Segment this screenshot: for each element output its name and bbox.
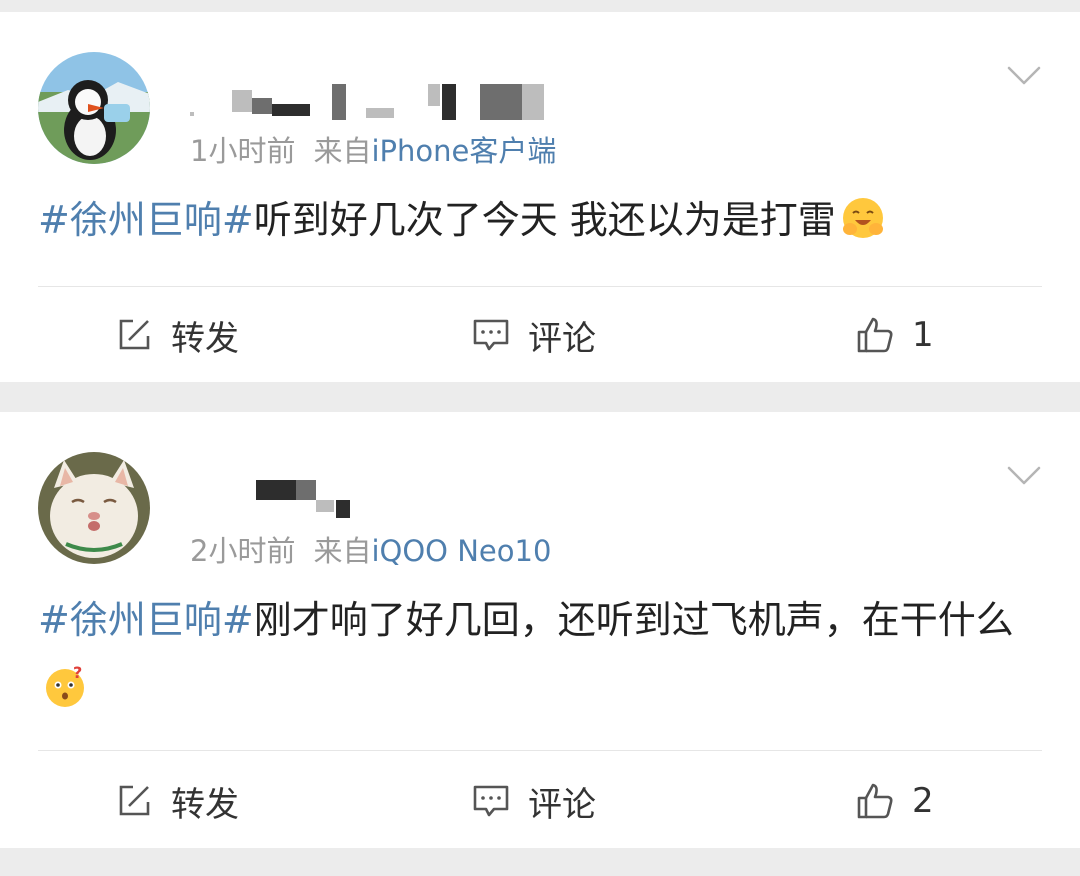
weibo-comment-feed: 1小时前来自iPhone客户端 #徐州巨响#听到好几次了今天 我还以为是打雷	[0, 0, 1080, 876]
source-device[interactable]: iPhone客户端	[371, 134, 556, 168]
comment-label: 评论	[528, 784, 596, 825]
post-text: 听到好几次了今天 我还以为是打雷	[253, 198, 836, 242]
like-count: 2	[912, 781, 934, 821]
comment-icon	[473, 319, 509, 351]
chevron-down-icon[interactable]	[1006, 64, 1042, 88]
repost-label: 转发	[171, 784, 239, 825]
post-content: #徐州巨响#听到好几次了今天 我还以为是打雷	[38, 186, 1040, 254]
like-button[interactable]: 1	[856, 290, 934, 380]
post-meta: 2小时前 来自iQOO Neo10	[190, 528, 551, 570]
like-button[interactable]: 2	[856, 756, 934, 846]
comment-icon	[473, 785, 509, 817]
source-prefix: 来自	[313, 534, 372, 568]
post-card: 2小时前 来自iQOO Neo10 #徐州巨响#刚才响了好几回，还听到过飞机声，在…	[0, 412, 1080, 848]
action-bar: 转发 评论 2	[0, 756, 1080, 846]
thinking-question-emoji: ?	[46, 663, 84, 707]
chevron-down-icon[interactable]	[1006, 464, 1042, 488]
post-text: 刚才响了好几回，还听到过飞机声，在干什么	[253, 598, 1014, 642]
source-prefix: 来自	[313, 134, 372, 168]
post-time: 1小时前	[190, 134, 296, 168]
comment-label: 评论	[528, 318, 596, 359]
hashtag-link[interactable]: #徐州巨响#	[38, 198, 254, 242]
repost-button[interactable]: 转发	[115, 756, 239, 846]
like-icon	[857, 783, 893, 819]
like-count: 1	[912, 315, 934, 355]
avatar[interactable]	[38, 452, 150, 564]
repost-icon	[119, 319, 150, 350]
username-redacted[interactable]	[190, 84, 570, 124]
post-card: 1小时前来自iPhone客户端 #徐州巨响#听到好几次了今天 我还以为是打雷	[0, 12, 1080, 382]
source-device[interactable]: iQOO Neo10	[371, 534, 551, 568]
post-time: 2小时前	[190, 534, 296, 568]
repost-button[interactable]: 转发	[115, 290, 239, 380]
comment-button[interactable]: 评论	[472, 756, 596, 846]
username-redacted[interactable]	[190, 480, 390, 520]
action-bar: 转发 评论 1	[0, 290, 1080, 380]
avatar-image-cat	[38, 452, 150, 564]
post-content: #徐州巨响#刚才响了好几回，还听到过飞机声，在干什么 ?	[38, 586, 1040, 722]
repost-icon	[119, 785, 150, 816]
svg-text:?: ?	[73, 663, 82, 682]
divider	[38, 750, 1042, 751]
hashtag-link[interactable]: #徐州巨响#	[38, 598, 254, 642]
avatar[interactable]	[38, 52, 150, 164]
like-icon	[857, 317, 893, 353]
avatar-image-penguin	[38, 52, 150, 164]
post-meta: 1小时前 来自iPhone客户端	[190, 128, 556, 170]
divider	[38, 286, 1042, 287]
hug-emoji	[842, 198, 883, 238]
comment-button[interactable]: 评论	[472, 290, 596, 380]
repost-label: 转发	[171, 318, 239, 359]
